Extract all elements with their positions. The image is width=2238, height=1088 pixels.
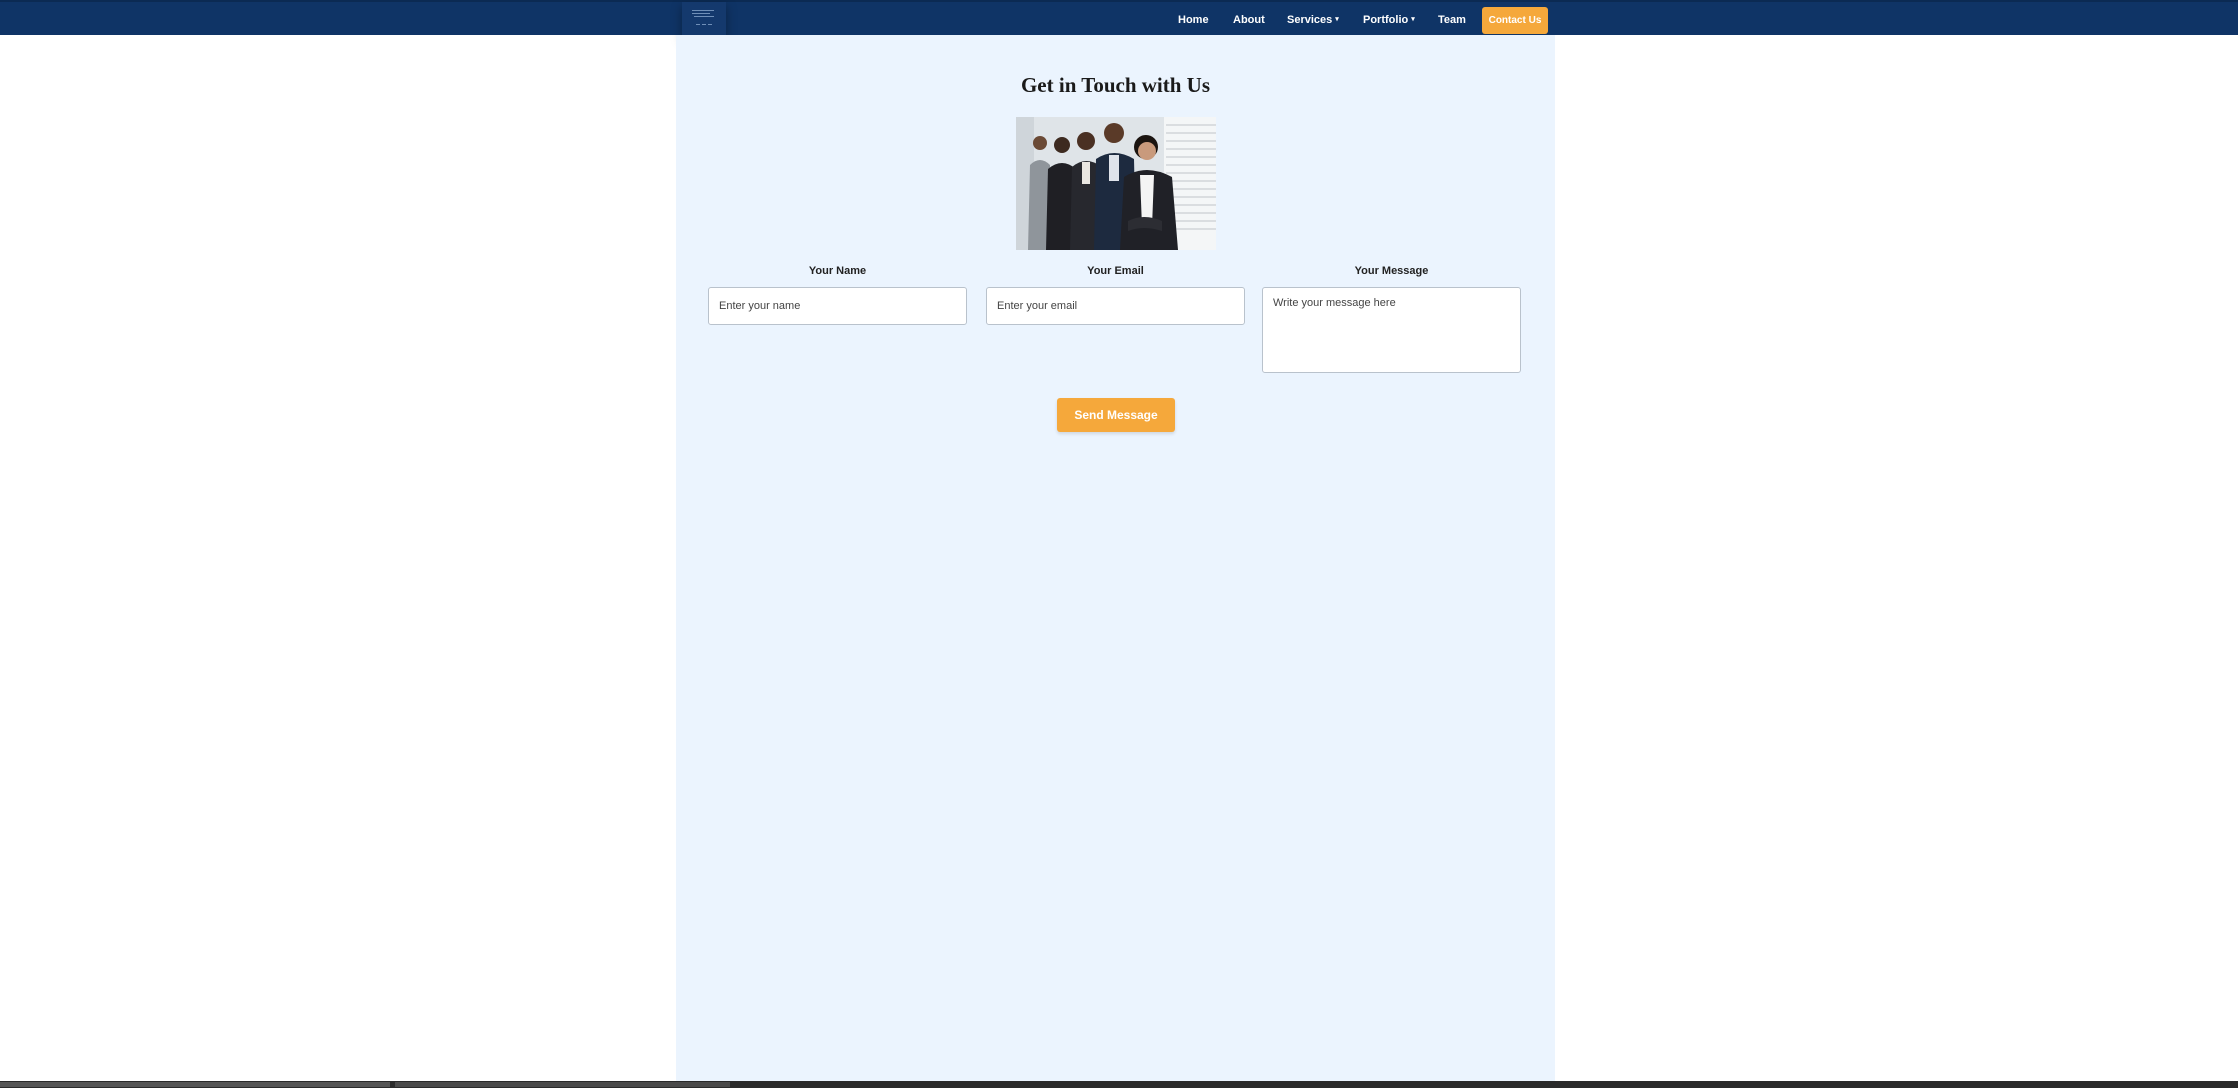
company-logo[interactable] — [682, 2, 726, 37]
message-label: Your Message — [1354, 265, 1429, 277]
email-input[interactable] — [986, 287, 1245, 325]
email-label: Your Email — [1087, 265, 1144, 277]
name-input[interactable] — [708, 287, 967, 325]
team-photo-image — [1016, 117, 1216, 250]
send-message-button[interactable]: Send Message — [1057, 398, 1175, 432]
top-navbar: Home About Services ▾ Portfolio ▾ Team Con… — [0, 0, 2238, 37]
name-label: Your Name — [808, 265, 867, 277]
nav-team-link[interactable]: Team — [1438, 12, 1466, 28]
horizontal-scrollbar[interactable] — [0, 1081, 2238, 1088]
nav-services-label: Services — [1287, 14, 1333, 26]
scrollbar-thumb[interactable] — [0, 1082, 390, 1087]
scrollbar-track-segment — [395, 1082, 730, 1087]
team-photo — [1016, 117, 1216, 250]
contact-section: Get in Touch with Us Your Name Enter you… — [676, 35, 1555, 1088]
nav-portfolio-label: Portfolio — [1363, 14, 1409, 26]
contact-us-button[interactable]: Contact Us — [1482, 7, 1548, 34]
nav-portfolio-dropdown[interactable]: Portfolio ▾ — [1363, 12, 1415, 28]
nav-home-link[interactable]: Home — [1178, 12, 1209, 28]
nav-about-link[interactable]: About — [1233, 12, 1265, 28]
chevron-down-icon: ▾ — [1335, 16, 1339, 23]
nav-services-dropdown[interactable]: Services ▾ — [1287, 12, 1339, 28]
message-textarea[interactable] — [1262, 287, 1521, 373]
page-title: Get in Touch with Us — [1020, 73, 1211, 97]
chevron-down-icon: ▾ — [1411, 16, 1415, 23]
